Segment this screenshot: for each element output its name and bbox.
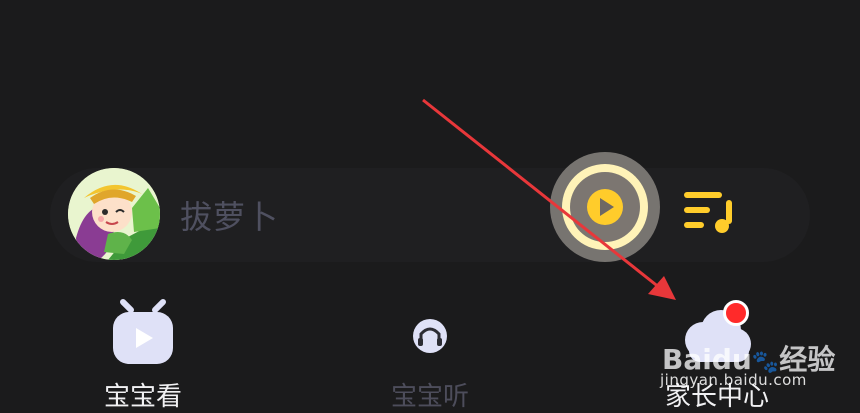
tv-icon xyxy=(113,299,173,364)
track-title: 拔萝卜 xyxy=(180,198,280,236)
track-cover-avatar[interactable] xyxy=(68,168,160,260)
watermark-url: jingyan.baidu.com xyxy=(660,371,807,389)
tab-baby-watch-label: 宝宝看 xyxy=(103,382,182,412)
play-button[interactable] xyxy=(550,152,660,262)
playlist-icon[interactable] xyxy=(682,188,738,236)
notification-badge xyxy=(723,300,749,326)
headphones-icon xyxy=(413,319,447,353)
tab-baby-listen[interactable]: 宝宝听 xyxy=(330,290,530,413)
tab-baby-listen-label: 宝宝听 xyxy=(390,382,469,412)
cartoon-girl-avatar-icon xyxy=(68,168,160,260)
tab-baby-watch[interactable]: 宝宝看 xyxy=(43,290,243,413)
play-icon xyxy=(600,198,614,216)
